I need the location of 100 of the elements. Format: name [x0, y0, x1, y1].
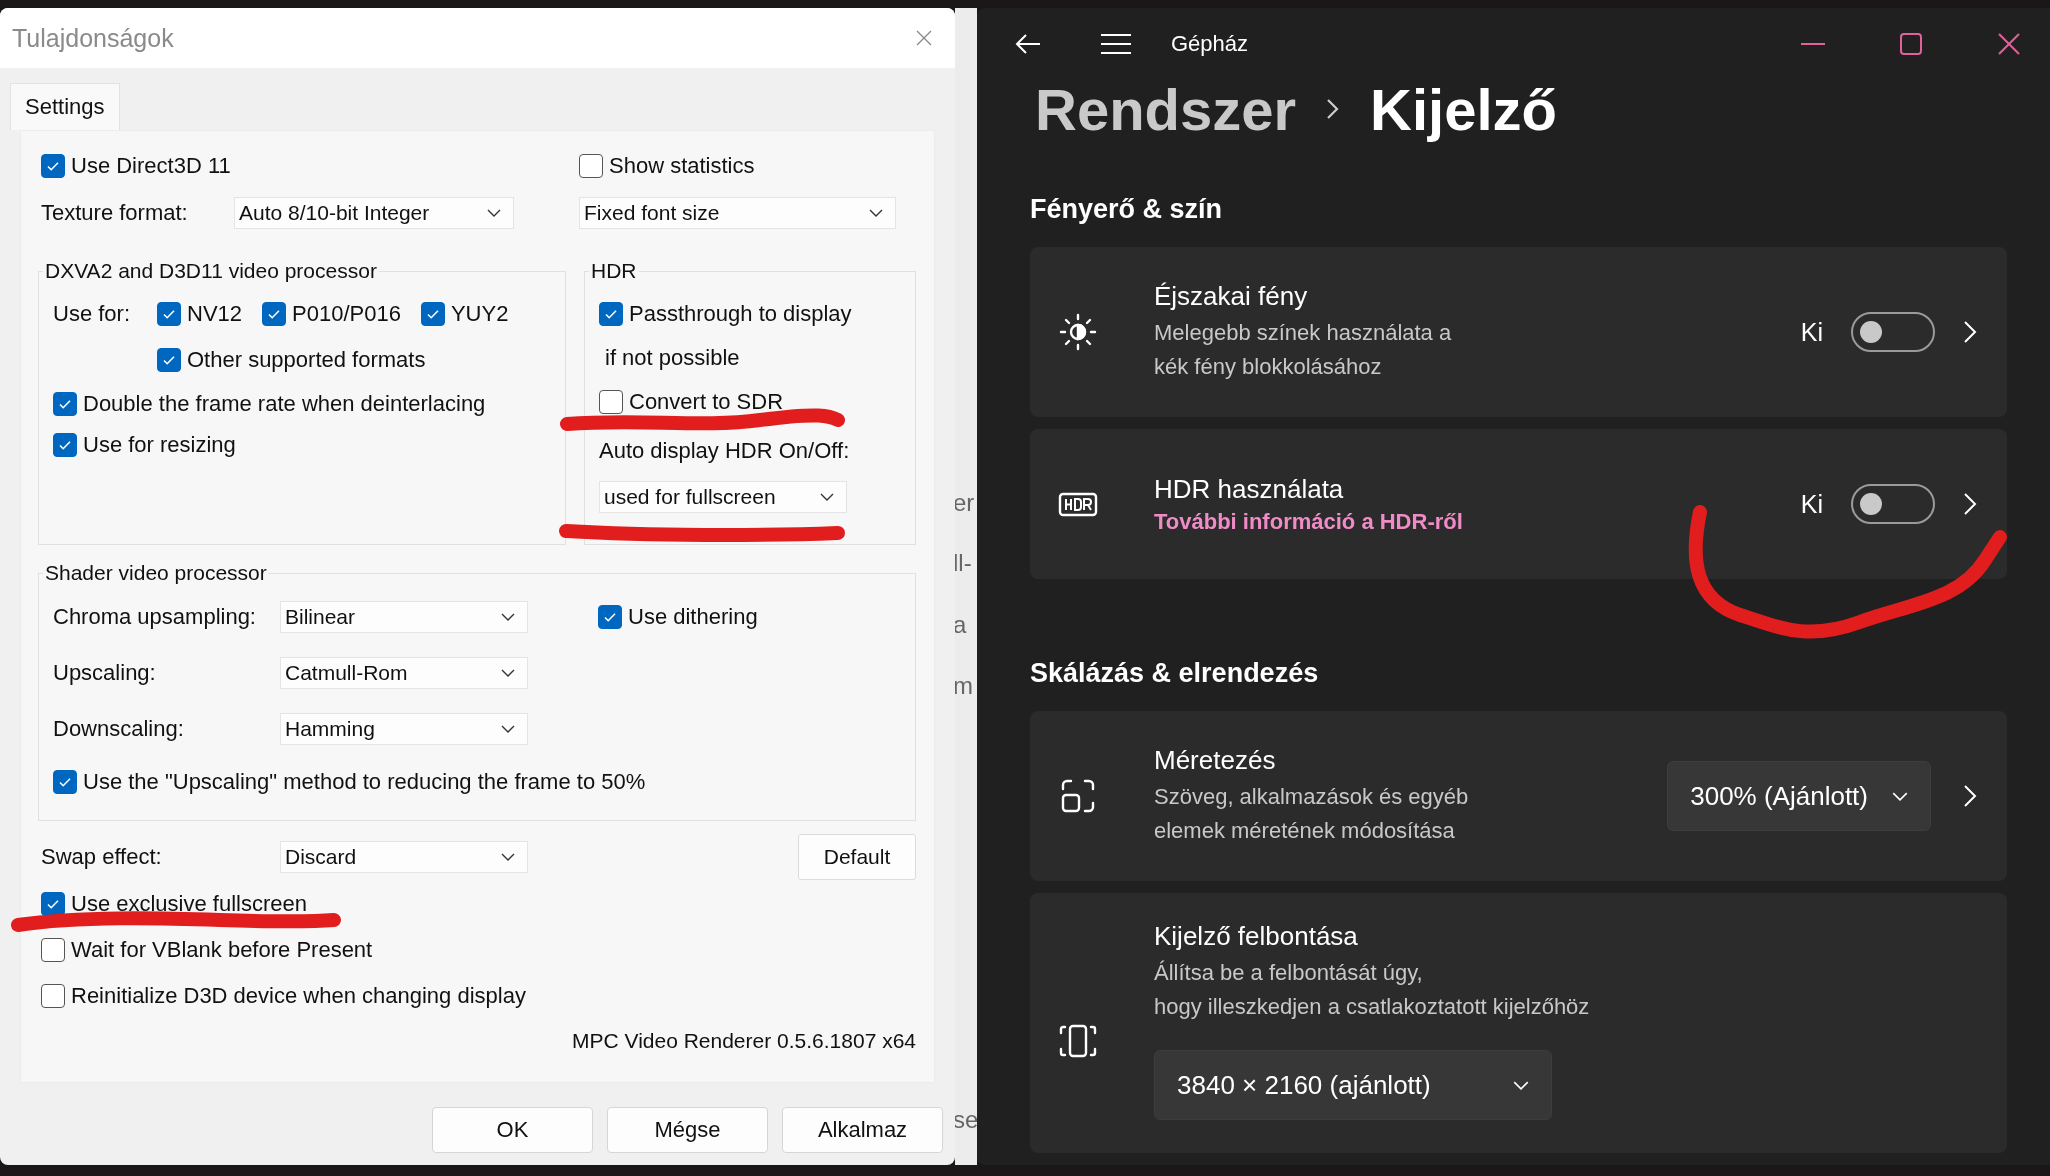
- option-text: if not possible: [605, 345, 740, 371]
- apply-button[interactable]: Alkalmaz: [782, 1107, 943, 1153]
- section-heading: Fényerő & szín: [1030, 194, 1224, 225]
- breadcrumb-separator-icon: [1326, 97, 1341, 121]
- checkbox[interactable]: [579, 154, 603, 178]
- dropdown[interactable]: Hamming: [280, 713, 528, 745]
- chevron-down-icon: [501, 613, 515, 621]
- dropdown[interactable]: 3840 × 2160 (ajánlott): [1154, 1050, 1552, 1120]
- group-title: Shader video processor: [44, 561, 268, 585]
- dropdown[interactable]: Discard: [280, 841, 528, 873]
- checkbox[interactable]: [157, 348, 181, 372]
- checkbox-label: YUY2: [450, 301, 509, 327]
- checkbox-label: Use Direct3D 11: [71, 153, 231, 179]
- checkbox[interactable]: [599, 302, 623, 326]
- checkbox[interactable]: [598, 605, 622, 629]
- checkbox[interactable]: [41, 938, 65, 962]
- toggle-state-label: Ki: [1800, 317, 1823, 347]
- setting-description: Szöveg, alkalmazások és egyéb: [1154, 782, 1470, 811]
- sun-icon: [1058, 312, 1098, 352]
- checkbox[interactable]: [53, 770, 77, 794]
- field-label: Use for:: [53, 301, 132, 327]
- chevron-down-icon: [1892, 791, 1908, 801]
- checkbox-label: Other supported formats: [187, 347, 426, 373]
- toggle-switch[interactable]: [1851, 312, 1935, 352]
- checkbox[interactable]: [599, 390, 623, 414]
- checkbox-label: Use for resizing: [83, 432, 236, 458]
- chevron-down-icon: [869, 209, 883, 217]
- group-title: DXVA2 and D3D11 video processor: [44, 259, 378, 283]
- setting-description: elemek méretének módosítása: [1154, 816, 1456, 845]
- setting-title: HDR használata: [1154, 473, 1345, 505]
- checkbox-label: NV12: [187, 301, 243, 327]
- setting-description: hogy illeszkedjen a csatlakoztatott kijelzőhöz: [1154, 993, 1591, 1021]
- field-label: Downscaling:: [53, 716, 185, 742]
- back-icon[interactable]: [1015, 32, 1041, 55]
- ok-button[interactable]: OK: [432, 1107, 593, 1153]
- section-heading: Skálázás & elrendezés: [1030, 658, 1320, 689]
- chevron-down-icon: [501, 669, 515, 677]
- breadcrumb-item[interactable]: Rendszer: [1035, 75, 1297, 143]
- dropdown[interactable]: 300% (Ajánlott): [1667, 761, 1931, 831]
- setting-card[interactable]: Éjszakai fény Melegebb színek használata a kék fény blokkolásához Ki: [1030, 247, 2007, 417]
- version-text: MPC Video Renderer 0.5.6.1807 x64: [572, 1029, 916, 1053]
- setting-title: Méretezés: [1154, 744, 1277, 776]
- checkbox-label: Double the frame rate when deinterlacing: [83, 391, 486, 417]
- dropdown[interactable]: used for fullscreen: [599, 481, 847, 513]
- setting-description: Melegebb színek használata a: [1154, 318, 1453, 347]
- checkbox-label: Use the "Upscaling" method to reducing the frame to 50%: [83, 769, 646, 795]
- checkbox-label: Reinitialize D3D device when changing display: [71, 983, 526, 1009]
- checkbox[interactable]: [157, 302, 181, 326]
- setting-title: Kijelző felbontása: [1154, 921, 1359, 952]
- setting-card[interactable]: Méretezés Szöveg, alkalmazások és egyéb elemek méretének módosítása 300% (Ajánlott): [1030, 711, 2007, 881]
- checkbox[interactable]: [41, 984, 65, 1008]
- chevron-right-icon[interactable]: [1963, 784, 1977, 808]
- checkbox-label: P010/P016: [292, 301, 401, 327]
- field-label: Texture format:: [41, 200, 189, 226]
- field-label: Upscaling:: [53, 660, 157, 686]
- checkbox[interactable]: [53, 392, 77, 416]
- checkbox[interactable]: [53, 433, 77, 457]
- setting-card[interactable]: HDR használata További információ a HDR-ről Ki: [1030, 429, 2007, 579]
- checkbox-label: Passthrough to display: [629, 301, 852, 327]
- dropdown[interactable]: Fixed font size: [579, 197, 896, 229]
- chevron-down-icon: [501, 725, 515, 733]
- chevron-right-icon[interactable]: [1963, 320, 1977, 344]
- text-fragment: ll-: [955, 548, 973, 578]
- checkbox-label: Use dithering: [628, 604, 758, 630]
- chevron-down-icon: [487, 209, 501, 217]
- cancel-button[interactable]: Mégse: [607, 1107, 768, 1153]
- checkbox-label: Use exclusive fullscreen: [71, 891, 307, 917]
- checkbox[interactable]: [420, 302, 445, 326]
- window-title: Tulajdonságok: [12, 23, 174, 53]
- toggle-switch[interactable]: [1851, 484, 1935, 524]
- chevron-down-icon: [1513, 1080, 1529, 1090]
- breadcrumb-item: Kijelző: [1370, 75, 1557, 143]
- setting-description: Állítsa be a felbontását úgy,: [1154, 959, 1424, 987]
- chevron-down-icon: [501, 853, 515, 861]
- chevron-right-icon[interactable]: [1963, 492, 1977, 516]
- help-link[interactable]: További információ a HDR-ről: [1154, 508, 1801, 535]
- field-label: Chroma upsampling:: [53, 604, 257, 630]
- setting-card[interactable]: Kijelző felbontása Állítsa be a felbontását úgy, hogy illeszkedjen a csatlakoztatott kijelzőhöz 3840 × 2160 (ajánlott): [1030, 893, 2007, 1153]
- default-button[interactable]: Default: [798, 834, 916, 880]
- checkbox[interactable]: [41, 154, 65, 178]
- dropdown[interactable]: Auto 8/10-bit Integer: [234, 197, 514, 229]
- group-title: HDR: [590, 259, 638, 283]
- checkbox-label: Show statistics: [609, 153, 755, 179]
- toggle-state-label: Ki: [1800, 489, 1823, 519]
- tab[interactable]: Settings: [10, 83, 120, 130]
- app-title: Gépház: [1171, 30, 1249, 57]
- setting-title: Éjszakai fény: [1154, 280, 1309, 312]
- dropdown[interactable]: Bilinear: [280, 601, 528, 633]
- menu-icon[interactable]: [1101, 33, 1131, 54]
- dropdown[interactable]: Catmull-Rom: [280, 657, 528, 689]
- checkbox-label: Convert to SDR: [629, 389, 784, 415]
- checkbox[interactable]: [262, 302, 287, 326]
- checkbox-label: Wait for VBlank before Present: [71, 937, 373, 963]
- setting-description: kék fény blokkolásához: [1154, 352, 1383, 381]
- checkbox[interactable]: [41, 892, 65, 916]
- close-icon[interactable]: [915, 29, 933, 47]
- text-fragment: m: [955, 671, 974, 701]
- field-label: Swap effect:: [41, 844, 163, 870]
- field-label: Auto display HDR On/Off:: [599, 438, 850, 464]
- chevron-down-icon: [820, 493, 834, 501]
